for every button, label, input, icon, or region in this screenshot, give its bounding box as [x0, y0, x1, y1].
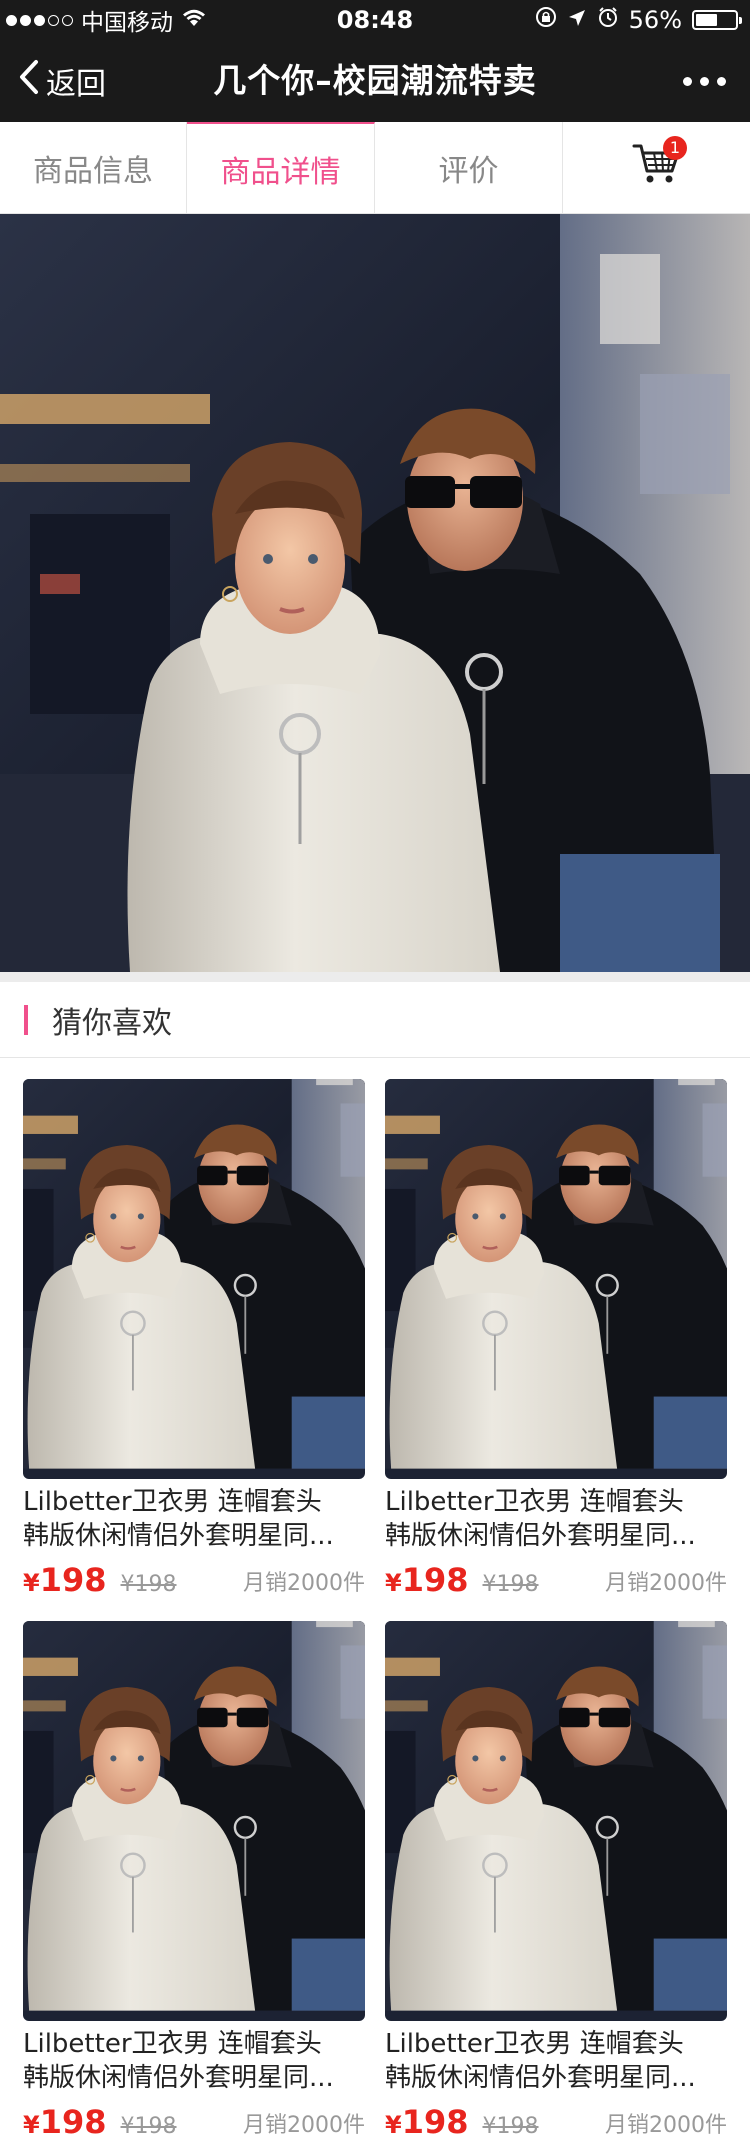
product-price: ¥198 — [23, 1561, 107, 1599]
product-title[interactable]: Lilbetter卫衣男 连帽套头 韩版休闲情侣外套明星同... — [23, 1485, 365, 1553]
location-arrow-icon — [567, 6, 587, 34]
product-image[interactable] — [23, 1079, 365, 1479]
tab-bar: 商品信息 商品详情 评价 1 — [0, 122, 750, 214]
product-monthly-sales: 月销2000件 — [243, 1571, 365, 1596]
product-card[interactable]: Lilbetter卫衣男 连帽套头 韩版休闲情侣外套明星同... ¥198 ¥1… — [23, 1079, 365, 1601]
product-price: ¥198 — [385, 1561, 469, 1599]
price-row: ¥198 ¥198 月销2000件 — [23, 2103, 365, 2136]
product-title[interactable]: Lilbetter卫衣男 连帽套头 韩版休闲情侣外套明星同... — [385, 1485, 727, 1553]
status-right: 56% — [535, 0, 742, 40]
product-title-line2: 韩版休闲情侣外套明星同... — [23, 1521, 334, 1551]
price-row: ¥198 ¥198 月销2000件 — [385, 2103, 727, 2136]
product-old-price: ¥198 — [120, 2114, 177, 2136]
tab-product-info[interactable]: 商品信息 — [0, 122, 187, 214]
product-image[interactable] — [385, 1079, 727, 1479]
product-thumbnail-photo — [23, 1079, 365, 1469]
product-card[interactable]: Lilbetter卫衣男 连帽套头 韩版休闲情侣外套明星同... ¥198 ¥1… — [385, 1079, 727, 1601]
back-label: 返回 — [46, 67, 106, 102]
product-card[interactable]: Lilbetter卫衣男 连帽套头 韩版休闲情侣外套明星同... ¥198 ¥1… — [23, 1621, 365, 2136]
couple-photo — [0, 214, 750, 972]
product-image[interactable] — [23, 1621, 365, 2021]
product-title[interactable]: Lilbetter卫衣男 连帽套头 韩版休闲情侣外套明星同... — [385, 2027, 727, 2095]
product-hero-image — [0, 214, 750, 972]
product-title-line1: Lilbetter卫衣男 连帽套头 — [23, 1487, 322, 1517]
tab-reviews[interactable]: 评价 — [375, 122, 563, 214]
price-row: ¥198 ¥198 月销2000件 — [385, 1561, 727, 1601]
more-dots-icon[interactable] — [683, 40, 726, 122]
product-card[interactable]: Lilbetter卫衣男 连帽套头 韩版休闲情侣外套明星同... ¥198 ¥1… — [385, 1621, 727, 2136]
battery-icon — [692, 10, 742, 30]
product-price: ¥198 — [385, 2103, 469, 2136]
product-title-line2: 韩版休闲情侣外套明星同... — [385, 1521, 696, 1551]
product-image[interactable] — [385, 1621, 727, 2021]
product-old-price: ¥198 — [482, 2114, 539, 2136]
product-thumbnail-photo — [385, 1621, 727, 2011]
product-old-price: ¥198 — [482, 1572, 539, 1597]
section-divider — [0, 972, 750, 982]
battery-percent: 56% — [628, 6, 682, 34]
product-title-line2: 韩版休闲情侣外套明星同... — [23, 2063, 334, 2093]
product-title[interactable]: Lilbetter卫衣男 连帽套头 韩版休闲情侣外套明星同... — [23, 2027, 365, 2095]
price-row: ¥198 ¥198 月销2000件 — [23, 1561, 365, 1601]
product-monthly-sales: 月销2000件 — [243, 2113, 365, 2136]
product-title-line1: Lilbetter卫衣男 连帽套头 — [23, 2029, 322, 2059]
chevron-left-icon — [18, 59, 40, 103]
battery-fill — [696, 14, 718, 26]
cart-button[interactable]: 1 — [563, 122, 750, 214]
product-title-line1: Lilbetter卫衣男 连帽套头 — [385, 2029, 684, 2059]
recommend-title: 猜你喜欢 — [52, 1005, 172, 1041]
rotation-lock-icon — [535, 6, 557, 34]
product-thumbnail-photo — [23, 1621, 365, 2011]
cart-badge: 1 — [663, 136, 687, 160]
product-monthly-sales: 月销2000件 — [605, 2113, 727, 2136]
alarm-icon — [597, 6, 619, 34]
section-marker — [24, 1004, 28, 1035]
tab-product-details[interactable]: 商品详情 — [187, 122, 375, 214]
product-old-price: ¥198 — [120, 1572, 177, 1597]
product-title-line2: 韩版休闲情侣外套明星同... — [385, 2063, 696, 2093]
product-monthly-sales: 月销2000件 — [605, 1571, 727, 1596]
product-thumbnail-photo — [385, 1079, 727, 1469]
back-button[interactable]: 返回 — [18, 40, 106, 122]
product-price: ¥198 — [23, 2103, 107, 2136]
page-title: 几个你–校园潮流特卖 — [213, 61, 537, 100]
recommend-header: 猜你喜欢 — [0, 982, 750, 1058]
nav-bar: 返回 几个你–校园潮流特卖 — [0, 40, 750, 122]
status-bar: 中国移动 08:48 56% — [0, 0, 750, 40]
product-title-line1: Lilbetter卫衣男 连帽套头 — [385, 1487, 684, 1517]
